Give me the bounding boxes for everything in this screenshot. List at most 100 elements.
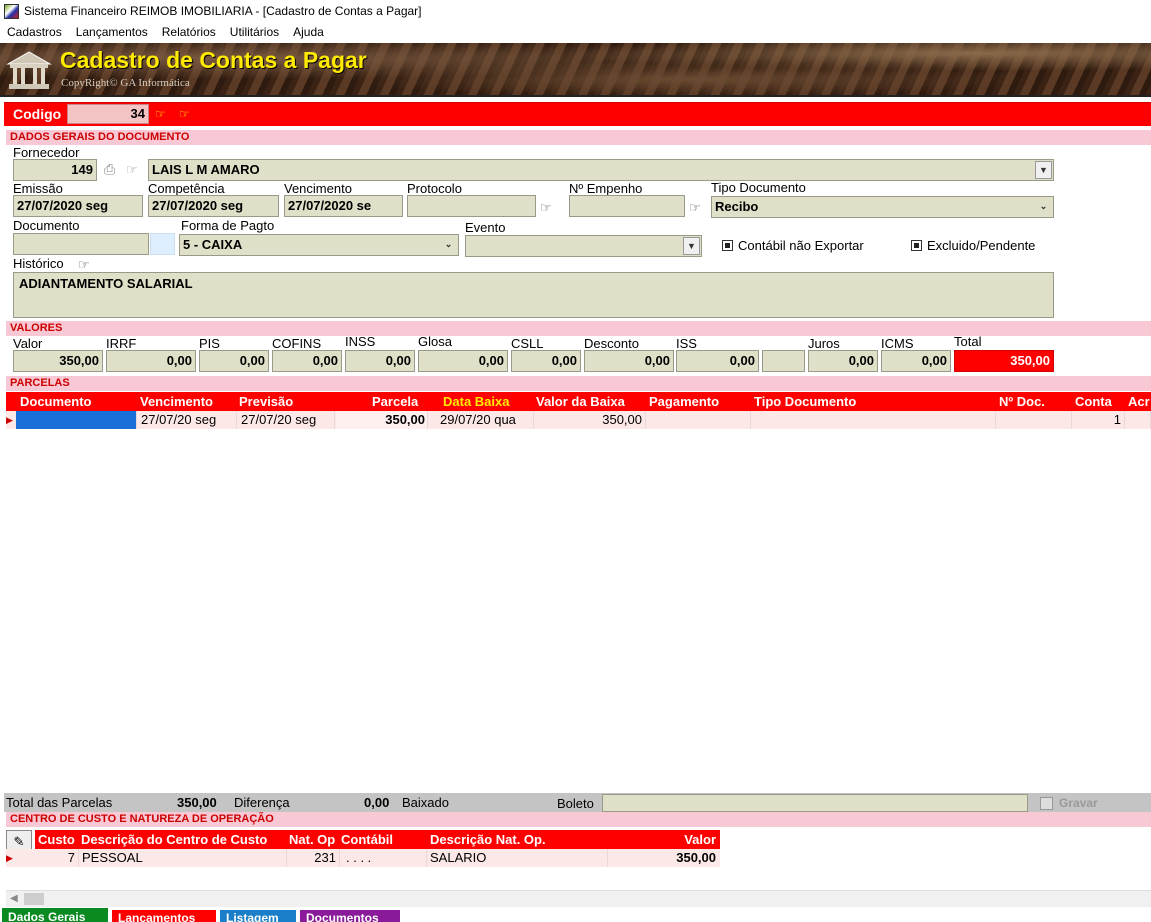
col-contabil[interactable]: Contábil	[341, 832, 393, 847]
iss-field[interactable]: 0,00	[676, 350, 759, 372]
menu-ajuda[interactable]: Ajuda	[286, 25, 331, 39]
cell-vencimento[interactable]: 27/07/20 seg	[139, 411, 237, 429]
evento-select[interactable]: ▼	[465, 235, 702, 257]
desconto-field[interactable]: 0,00	[584, 350, 674, 372]
menu-cadastros[interactable]: Cadastros	[0, 25, 69, 39]
vencimento-field[interactable]: 27/07/2020 se	[284, 195, 403, 217]
scroll-thumb[interactable]	[24, 893, 44, 905]
fornecedor-name-select[interactable]: LAIS L M AMARO ▼	[148, 159, 1054, 181]
col-parcela[interactable]: Parcela	[372, 394, 418, 409]
total-label: Total	[954, 334, 982, 349]
col-acr[interactable]: Acr	[1128, 394, 1150, 409]
col-descricao-nat[interactable]: Descrição Nat. Op.	[430, 832, 546, 847]
documento-extra-field[interactable]	[150, 233, 175, 255]
empenho-label: Nº Empenho	[569, 181, 643, 196]
chevron-down-icon[interactable]: ▼	[683, 237, 700, 255]
first-record-icon[interactable]: ☞	[155, 107, 166, 121]
valor-field[interactable]: 350,00	[13, 350, 103, 372]
cell-previsao[interactable]: 27/07/20 seg	[239, 411, 335, 429]
col-pagamento[interactable]: Pagamento	[649, 394, 719, 409]
irrf-field[interactable]: 0,00	[106, 350, 196, 372]
checkbox-icon	[911, 240, 922, 251]
forma-pagto-select[interactable]: 5 - CAIXA ⌄	[179, 234, 459, 256]
chevron-down-icon[interactable]: ⌄	[440, 236, 457, 254]
juros-field[interactable]: 0,00	[808, 350, 878, 372]
tab-lancamentos[interactable]: Lançamentos	[112, 910, 216, 922]
boleto-field[interactable]	[602, 794, 1028, 812]
col-valor-baixa[interactable]: Valor da Baixa	[536, 394, 625, 409]
historico-field[interactable]: ADIANTAMENTO SALARIAL	[13, 272, 1054, 318]
juros-label: Juros	[808, 336, 840, 351]
inss-field[interactable]: 0,00	[345, 350, 415, 372]
col-descricao-centro[interactable]: Descrição do Centro de Custo	[81, 832, 286, 847]
codigo-field[interactable]: 34	[67, 104, 149, 124]
tab-documentos[interactable]: Documentos	[300, 910, 400, 922]
table-row[interactable]: ▶ 27/07/20 seg 27/07/20 seg 350,00 29/07…	[6, 411, 1151, 429]
excluido-pendente-label: Excluido/Pendente	[927, 238, 1036, 253]
col-num-doc[interactable]: Nº Doc.	[999, 394, 1045, 409]
protocolo-hand-icon[interactable]: ☞	[540, 200, 552, 216]
col-data-baixa[interactable]: Data Baixa	[443, 394, 509, 409]
cell-contabil[interactable]: . . . .	[341, 849, 427, 867]
tab-dados-gerais[interactable]: Dados Gerais	[2, 908, 108, 922]
cell-descricao-nat[interactable]: SALARIO	[428, 849, 608, 867]
empenho-field[interactable]	[569, 195, 685, 217]
emissao-field[interactable]: 27/07/2020 seg	[13, 195, 143, 217]
glosa-field[interactable]: 0,00	[418, 350, 508, 372]
csll-field[interactable]: 0,00	[511, 350, 581, 372]
cell-pagamento[interactable]	[647, 411, 751, 429]
historico-label: Histórico	[13, 256, 64, 271]
scroll-left-icon[interactable]: ◀	[10, 893, 18, 904]
cc-grid-header: Custo Descrição do Centro de Custo Nat. …	[35, 830, 720, 849]
col-valor[interactable]: Valor	[684, 832, 716, 847]
cell-conta[interactable]: 1	[1073, 411, 1125, 429]
table-row[interactable]: ▶ 7 PESSOAL 231 . . . . SALARIO 350,00	[6, 849, 720, 867]
cell-documento[interactable]	[16, 411, 137, 429]
cell-nat-op[interactable]: 231	[288, 849, 340, 867]
fornecedor-label: Fornecedor	[13, 145, 80, 160]
col-nat-op[interactable]: Nat. Op	[289, 832, 339, 847]
col-vencimento[interactable]: Vencimento	[140, 394, 213, 409]
next-record-icon[interactable]: ☞	[179, 107, 190, 121]
col-tipo-documento[interactable]: Tipo Documento	[754, 394, 856, 409]
cell-descricao[interactable]: PESSOAL	[80, 849, 287, 867]
chevron-down-icon[interactable]: ⌄	[1035, 198, 1052, 216]
cell-data-baixa[interactable]: 29/07/20 qua	[438, 411, 534, 429]
cell-valor-baixa[interactable]: 350,00	[534, 411, 646, 429]
empenho-hand-icon[interactable]: ☞	[689, 200, 701, 216]
tipo-documento-select[interactable]: Recibo ⌄	[711, 196, 1054, 218]
historico-hand-icon[interactable]: ☞	[78, 257, 90, 273]
blank-field[interactable]	[762, 350, 805, 372]
cell-acr[interactable]	[1126, 411, 1151, 429]
csll-label: CSLL	[511, 336, 544, 351]
tab-listagem[interactable]: Listagem	[220, 910, 296, 922]
menu-relatorios[interactable]: Relatórios	[155, 25, 223, 39]
col-conta[interactable]: Conta	[1075, 394, 1112, 409]
col-documento[interactable]: Documento	[20, 394, 92, 409]
chevron-down-icon[interactable]: ▼	[1035, 161, 1052, 179]
col-custo[interactable]: Custo	[38, 832, 80, 847]
icms-field[interactable]: 0,00	[881, 350, 951, 372]
gravar-button[interactable]: Gravar	[1034, 794, 1151, 812]
horizontal-scrollbar[interactable]: ◀	[6, 890, 1151, 907]
col-previsao[interactable]: Previsão	[239, 394, 293, 409]
lookup-icon[interactable]: ☞	[126, 162, 138, 178]
pis-field[interactable]: 0,00	[199, 350, 269, 372]
cell-valor[interactable]: 350,00	[609, 849, 720, 867]
cell-tipo-documento[interactable]	[752, 411, 996, 429]
cell-num-doc[interactable]	[997, 411, 1072, 429]
excluido-pendente-checkbox[interactable]: Excluido/Pendente	[911, 238, 1035, 253]
menu-utilitarios[interactable]: Utilitários	[223, 25, 286, 39]
cofins-field[interactable]: 0,00	[272, 350, 342, 372]
documento-field[interactable]	[13, 233, 149, 255]
cell-custo[interactable]: 7	[35, 849, 79, 867]
fornecedor-code-field[interactable]: 149	[13, 159, 97, 181]
cell-parcela[interactable]: 350,00	[336, 411, 428, 429]
menu-lancamentos[interactable]: Lançamentos	[69, 25, 155, 39]
protocolo-field[interactable]	[407, 195, 536, 217]
contabil-nao-exportar-label: Contábil não Exportar	[738, 238, 864, 253]
competencia-field[interactable]: 27/07/2020 seg	[148, 195, 279, 217]
printer-icon[interactable]: ⎙	[104, 161, 115, 178]
contabil-nao-exportar-checkbox[interactable]: Contábil não Exportar	[722, 238, 864, 253]
glosa-label: Glosa	[418, 334, 452, 349]
